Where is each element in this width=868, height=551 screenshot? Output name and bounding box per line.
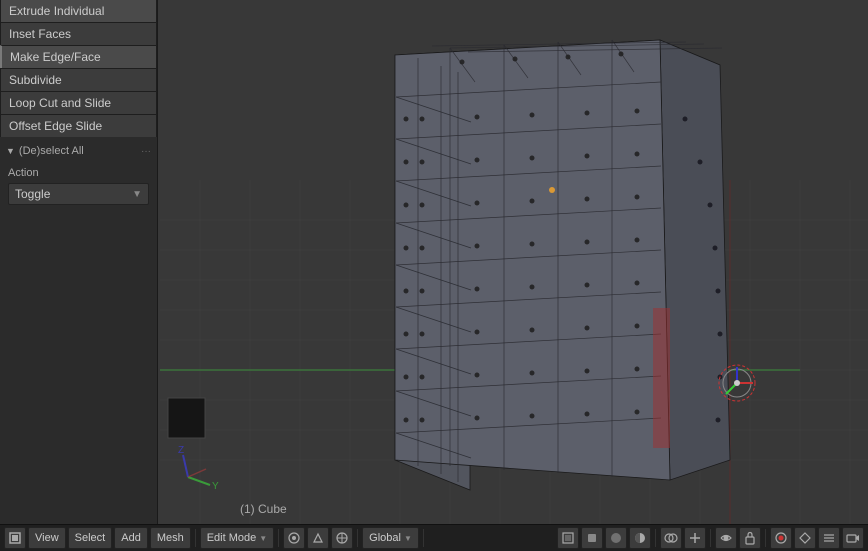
- record-icon-button[interactable]: [770, 527, 792, 549]
- separator-5: [655, 529, 656, 547]
- action-dropdown[interactable]: Toggle ▼: [8, 183, 149, 205]
- view-button[interactable]: View: [28, 527, 66, 549]
- dropdown-arrow-icon: ▼: [132, 189, 142, 200]
- select-button[interactable]: Select: [68, 527, 113, 549]
- mesh-button[interactable]: Mesh: [150, 527, 191, 549]
- pivot2-icon-button[interactable]: [307, 527, 329, 549]
- object-icon-button[interactable]: [581, 527, 603, 549]
- keyframe-icon-button[interactable]: [794, 527, 816, 549]
- separator-3: [357, 529, 358, 547]
- scene-icon-button[interactable]: [4, 527, 26, 549]
- collapse-triangle-icon: ▼: [6, 146, 15, 156]
- separator-4: [423, 529, 424, 547]
- mode-dropdown-icon: ▼: [259, 534, 267, 543]
- overlay-icon-button[interactable]: [660, 527, 682, 549]
- offset-edge-slide-button[interactable]: Offset Edge Slide: [0, 114, 157, 137]
- object-name: (1) Cube: [240, 502, 287, 516]
- section-handle: ···: [141, 146, 151, 157]
- lock-icon-button[interactable]: [739, 527, 761, 549]
- action-label: Action: [0, 161, 157, 181]
- render-icon-button[interactable]: [557, 527, 579, 549]
- mesh-label: Mesh: [157, 532, 184, 544]
- camera-icon-button[interactable]: [842, 527, 864, 549]
- separator-2: [278, 529, 279, 547]
- separator-1: [195, 529, 196, 547]
- global-button[interactable]: Global ▼: [362, 527, 419, 549]
- subdivide-button[interactable]: Subdivide: [0, 68, 157, 91]
- left-panel: Extrude Individual Inset Faces Make Edge…: [0, 0, 158, 524]
- separator-6: [710, 529, 711, 547]
- global-label: Global: [369, 532, 401, 544]
- hide-icon-button[interactable]: [715, 527, 737, 549]
- inset-faces-button[interactable]: Inset Faces: [0, 22, 157, 45]
- material-icon-button[interactable]: [605, 527, 627, 549]
- svg-text:Y: Y: [212, 481, 219, 492]
- select-label: Select: [75, 532, 106, 544]
- pivot-icon-button[interactable]: [283, 527, 305, 549]
- separator-7: [765, 529, 766, 547]
- edit-mode-button[interactable]: Edit Mode ▼: [200, 527, 274, 549]
- gizmo-icon-button[interactable]: [684, 527, 706, 549]
- viewport-shading-button[interactable]: [629, 527, 651, 549]
- snap-icon-button[interactable]: [331, 527, 353, 549]
- section-label: (De)select All: [19, 145, 84, 157]
- extrude-individual-button[interactable]: Extrude Individual: [0, 0, 157, 22]
- status-bar: View Select Add Mesh Edit Mode ▼ Global …: [0, 524, 868, 551]
- edit-mode-label: Edit Mode: [207, 532, 257, 544]
- action-value: Toggle: [15, 187, 50, 201]
- global-arrow-icon: ▼: [404, 534, 412, 543]
- loop-cut-slide-button[interactable]: Loop Cut and Slide: [0, 91, 157, 114]
- make-edge-face-button[interactable]: Make Edge/Face: [0, 45, 157, 68]
- add-button[interactable]: Add: [114, 527, 148, 549]
- deselect-all-section[interactable]: ▼ (De)select All ···: [0, 141, 157, 161]
- add-label: Add: [121, 532, 141, 544]
- view-label: View: [35, 532, 59, 544]
- svg-text:Z: Z: [178, 445, 184, 456]
- timeline-icon-button[interactable]: [818, 527, 840, 549]
